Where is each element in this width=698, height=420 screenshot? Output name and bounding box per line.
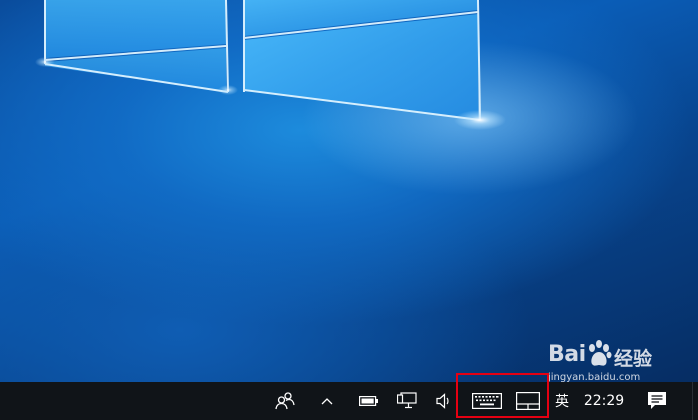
input-language-indicator[interactable]: 英 xyxy=(553,382,571,420)
action-center-button[interactable] xyxy=(642,382,672,420)
network-button[interactable] xyxy=(394,382,420,420)
light-flare xyxy=(454,110,506,130)
keyboard-icon xyxy=(472,393,502,409)
show-hidden-icons-button[interactable] xyxy=(317,382,337,420)
volume-icon xyxy=(436,393,449,409)
volume-button[interactable] xyxy=(434,382,456,420)
battery-button[interactable] xyxy=(356,382,382,420)
people-icon xyxy=(275,392,295,410)
touch-keyboard-button[interactable] xyxy=(470,382,504,420)
window-light-graphic xyxy=(35,0,506,130)
taskbar: 英 22:29 xyxy=(0,382,698,420)
window-pane-top-left xyxy=(45,0,226,58)
battery-icon xyxy=(359,396,378,407)
people-button[interactable] xyxy=(272,382,298,420)
show-desktop-button[interactable] xyxy=(692,382,698,420)
action-center-icon xyxy=(648,392,666,409)
desktop-wallpaper xyxy=(0,0,698,382)
touchpad-button[interactable] xyxy=(514,382,542,420)
taskbar-clock[interactable]: 22:29 xyxy=(578,382,630,420)
touchpad-icon xyxy=(516,392,540,410)
network-icon xyxy=(397,392,417,409)
chevron-up-icon xyxy=(321,398,333,405)
